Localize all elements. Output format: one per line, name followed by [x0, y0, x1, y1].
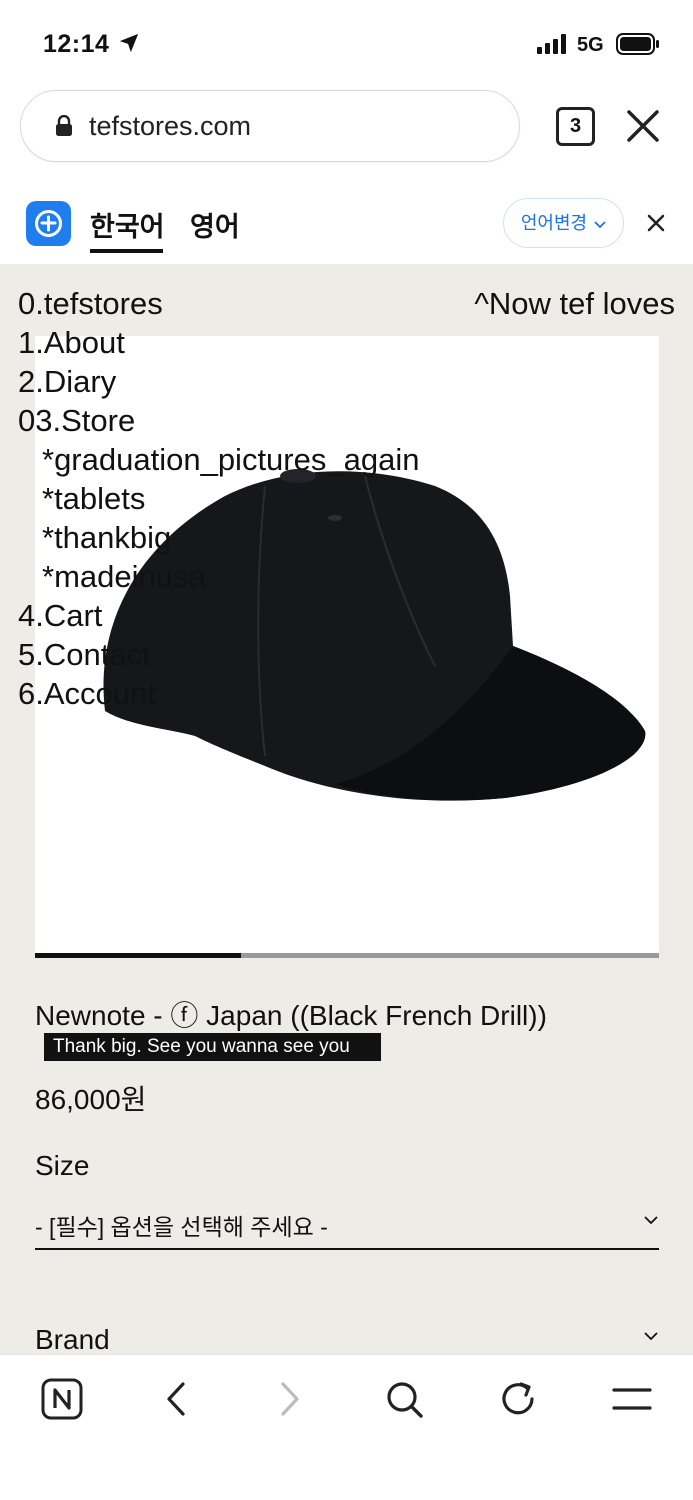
search-button[interactable]	[382, 1377, 426, 1421]
menu-item-cart[interactable]: 4.Cart	[18, 596, 419, 635]
menu-item-about[interactable]: 1.About	[18, 323, 419, 362]
product-price: 86,000원	[35, 1084, 147, 1115]
close-icon[interactable]	[625, 108, 661, 144]
menu-subitem-graduation-pictures-again[interactable]: *graduation_pictures_again	[18, 440, 419, 479]
now-tef-loves-link[interactable]: ^Now tef loves	[474, 284, 675, 323]
translate-logo-icon	[26, 201, 71, 246]
chevron-down-icon	[644, 1216, 658, 1225]
active-tab-underline	[90, 249, 163, 253]
back-button[interactable]	[154, 1377, 198, 1421]
search-icon	[387, 1382, 423, 1418]
location-arrow-icon	[119, 33, 139, 53]
image-slider-progress	[35, 953, 241, 958]
size-select-value: - [필수] 옵션을 선택해 주세요 -	[35, 1214, 328, 1240]
menu-item-account[interactable]: 6.Account	[18, 674, 419, 713]
forward-arrow-icon	[281, 1382, 299, 1416]
naver-home-button[interactable]	[40, 1377, 84, 1421]
forward-button[interactable]	[268, 1377, 312, 1421]
browser-toolbar	[0, 1354, 693, 1500]
size-label: Size	[35, 1150, 90, 1181]
signal-icon	[537, 34, 566, 54]
product-tagline: Thank big. See you wanna see you	[44, 1033, 381, 1061]
menu-subitem-tablets[interactable]: *tablets	[18, 479, 419, 518]
tab-korean[interactable]: 한국어	[90, 205, 165, 244]
battery-icon	[616, 33, 659, 55]
back-arrow-icon	[167, 1382, 185, 1416]
tab-switcher-button[interactable]: 3	[556, 107, 595, 146]
clock: 12:14	[43, 30, 110, 58]
menu-item-store[interactable]: 03.Store	[18, 401, 419, 440]
tab-english[interactable]: 영어	[190, 205, 240, 244]
menu-item-diary[interactable]: 2.Diary	[18, 362, 419, 401]
chevron-down-icon	[594, 221, 606, 229]
size-select[interactable]: - [필수] 옵션을 선택해 주세요 -	[35, 1200, 659, 1250]
naver-n-icon	[41, 1378, 83, 1420]
change-language-label: 언어변경	[520, 213, 588, 233]
address-bar[interactable]: tefstores.com	[20, 90, 520, 162]
page-content: 0.tefstores 1.About 2.Diary 03.Store *gr…	[0, 264, 693, 1354]
menu-item-contact[interactable]: 5.Contact	[18, 635, 419, 674]
change-language-button[interactable]: 언어변경	[503, 198, 624, 248]
reload-icon	[502, 1382, 534, 1415]
brand-label[interactable]: Brand	[35, 1324, 110, 1354]
reload-button[interactable]	[496, 1377, 540, 1421]
url-text[interactable]: tefstores.com	[89, 111, 251, 142]
status-bar: 12:14 5G	[0, 0, 693, 88]
chevron-down-icon[interactable]	[643, 1330, 659, 1342]
image-slider-track[interactable]	[35, 953, 659, 958]
menu-item-home[interactable]: 0.tefstores	[18, 284, 419, 323]
network-type: 5G	[577, 34, 604, 56]
product-title: Newnote - ⓕ Japan ((Black French Drill))	[35, 1000, 547, 1031]
hamburger-menu-icon	[612, 1388, 652, 1410]
menu-subitem-madeinusa[interactable]: *madeinusa	[18, 557, 419, 596]
menu-subitem-thankbig[interactable]: *thankbig	[18, 518, 419, 557]
translate-bar: 한국어 영어 언어변경	[0, 182, 693, 264]
menu-button[interactable]	[610, 1377, 654, 1421]
close-translate-icon[interactable]	[646, 213, 666, 233]
site-menu: 0.tefstores 1.About 2.Diary 03.Store *gr…	[18, 284, 419, 713]
lock-icon	[56, 115, 72, 136]
